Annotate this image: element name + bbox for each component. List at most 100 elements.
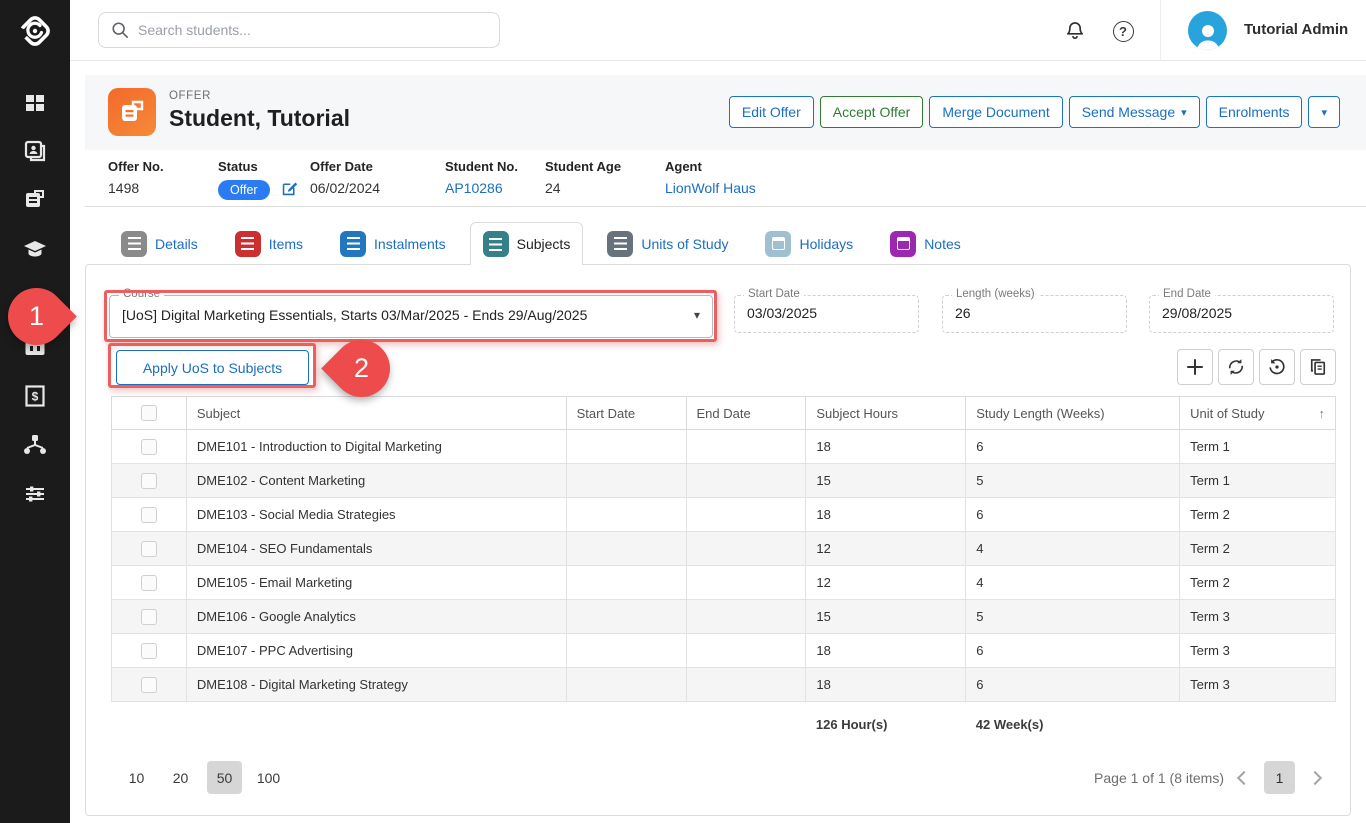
units-of-study-tab-icon [607, 231, 633, 257]
restore-button[interactable] [1259, 349, 1295, 385]
merge-document-button[interactable]: Merge Document [929, 96, 1062, 128]
user-name[interactable]: Tutorial Admin [1244, 21, 1348, 38]
apply-uos-to-subjects-button[interactable]: Apply UoS to Subjects [116, 350, 309, 385]
holidays-tab-icon [765, 231, 791, 257]
row-checkbox[interactable] [141, 643, 157, 659]
column-header-subject[interactable]: Subject [186, 397, 566, 430]
row-checkbox[interactable] [141, 439, 157, 455]
total-weeks: 42 Week(s) [966, 702, 1180, 748]
row-checkbox[interactable] [141, 473, 157, 489]
sidebar-item-students[interactable] [0, 131, 70, 171]
cell-subject-hours: 12 [806, 566, 966, 600]
avatar[interactable] [1188, 11, 1227, 50]
select-all-checkbox[interactable] [141, 405, 157, 421]
svg-text:$: $ [32, 390, 39, 404]
cell-subject-hours: 15 [806, 464, 966, 498]
subjects-panel: Course [UoS] Digital Marketing Essential… [85, 264, 1351, 816]
column-header-end-date[interactable]: End Date [686, 397, 806, 430]
sidebar-item-invoices[interactable]: $ [0, 376, 70, 416]
page-size-20[interactable]: 20 [163, 761, 198, 794]
sidebar-item-courses[interactable] [0, 229, 70, 269]
cell-subject-hours: 15 [806, 600, 966, 634]
refresh-button[interactable] [1218, 349, 1254, 385]
tab-holidays[interactable]: Holidays [752, 222, 866, 264]
table-row[interactable]: DME107 - PPC Advertising186Term 3 [112, 634, 1336, 668]
notifications-button[interactable] [1061, 17, 1089, 45]
search-input[interactable] [138, 22, 487, 38]
chevron-down-icon[interactable]: ▾ [694, 308, 700, 322]
edit-status-icon[interactable] [281, 180, 298, 200]
table-row[interactable]: DME108 - Digital Marketing Strategy186Te… [112, 668, 1336, 702]
row-checkbox[interactable] [141, 541, 157, 557]
table-row[interactable]: DME106 - Google Analytics155Term 3 [112, 600, 1336, 634]
send-message-dropdown-button[interactable]: Send Message▾ [1069, 96, 1200, 128]
previous-page-icon[interactable] [1237, 770, 1251, 784]
table-row[interactable]: DME101 - Introduction to Digital Marketi… [112, 430, 1336, 464]
tab-items[interactable]: Items [222, 222, 316, 264]
cell [112, 668, 187, 702]
course-select[interactable]: Course [UoS] Digital Marketing Essential… [109, 295, 713, 338]
details-tab-icon [121, 231, 147, 257]
agent-link[interactable]: LionWolf Haus [665, 180, 756, 196]
accept-offer-button[interactable]: Accept Offer [820, 96, 924, 128]
search-icon [111, 21, 129, 39]
more-actions-dropdown-button[interactable]: ▾ [1308, 96, 1340, 128]
row-checkbox[interactable] [141, 609, 157, 625]
table-row[interactable]: DME102 - Content Marketing155Term 1 [112, 464, 1336, 498]
row-checkbox[interactable] [141, 575, 157, 591]
table-row[interactable]: DME103 - Social Media Strategies186Term … [112, 498, 1336, 532]
sidebar-item-settings[interactable] [0, 474, 70, 514]
offer-no-label: Offer No. [108, 159, 164, 174]
invoice-dollar-icon: $ [24, 384, 46, 408]
row-checkbox[interactable] [141, 677, 157, 693]
app-logo[interactable] [0, 0, 70, 61]
page-size-100[interactable]: 100 [251, 761, 286, 794]
row-checkbox[interactable] [141, 507, 157, 523]
info-agent: Agent LionWolf Haus [665, 159, 756, 196]
tab-notes[interactable]: Notes [877, 222, 974, 264]
tab-label: Subjects [517, 236, 571, 252]
tab-units-of-study[interactable]: Units of Study [594, 222, 741, 264]
offer-type-icon [108, 88, 156, 136]
column-header-study-length[interactable]: Study Length (Weeks) [966, 397, 1180, 430]
cell-unit-of-study: Term 3 [1180, 634, 1336, 668]
column-header-unit-of-study[interactable]: Unit of Study↑ [1180, 397, 1336, 430]
cell-subject: DME103 - Social Media Strategies [186, 498, 566, 532]
tab-details[interactable]: Details [108, 222, 211, 264]
length-weeks-label: Length (weeks) [952, 288, 1039, 300]
page-size-50[interactable]: 50 [207, 761, 242, 794]
table-row[interactable]: DME105 - Email Marketing124Term 2 [112, 566, 1336, 600]
cell-end-date [686, 532, 806, 566]
tab-instalments[interactable]: Instalments [327, 222, 459, 264]
page-size-selector: 10 20 50 100 [119, 761, 286, 794]
column-header-start-date[interactable]: Start Date [566, 397, 686, 430]
sidebar-item-offers[interactable] [0, 180, 70, 220]
cell [112, 600, 187, 634]
next-page-icon[interactable] [1308, 770, 1322, 784]
end-date-value: 29/08/2025 [1162, 305, 1232, 321]
sidebar-item-agents[interactable] [0, 425, 70, 465]
status-badge[interactable]: Offer [218, 180, 270, 200]
cell-study-length: 6 [966, 430, 1180, 464]
current-page-button[interactable]: 1 [1264, 761, 1295, 794]
offer-no-value: 1498 [108, 180, 164, 196]
cell-unit-of-study: Term 2 [1180, 566, 1336, 600]
student-search[interactable] [98, 12, 500, 48]
cell-start-date [566, 566, 686, 600]
tab-subjects[interactable]: Subjects [470, 222, 584, 265]
copy-button[interactable] [1300, 349, 1336, 385]
cell-unit-of-study: Term 3 [1180, 668, 1336, 702]
sidebar-item-dashboard[interactable] [0, 83, 70, 123]
page-size-10[interactable]: 10 [119, 761, 154, 794]
page-title: Student, Tutorial [169, 105, 350, 132]
add-subject-button[interactable] [1177, 349, 1213, 385]
cell-start-date [566, 668, 686, 702]
table-row[interactable]: DME104 - SEO Fundamentals124Term 2 [112, 532, 1336, 566]
edit-offer-button[interactable]: Edit Offer [729, 96, 814, 128]
column-header-subject-hours[interactable]: Subject Hours [806, 397, 966, 430]
tab-label: Instalments [374, 236, 446, 252]
help-button[interactable]: ? [1109, 17, 1137, 45]
enrolments-button[interactable]: Enrolments [1206, 96, 1303, 128]
cell [112, 464, 187, 498]
student-no-link[interactable]: AP10286 [445, 180, 518, 196]
